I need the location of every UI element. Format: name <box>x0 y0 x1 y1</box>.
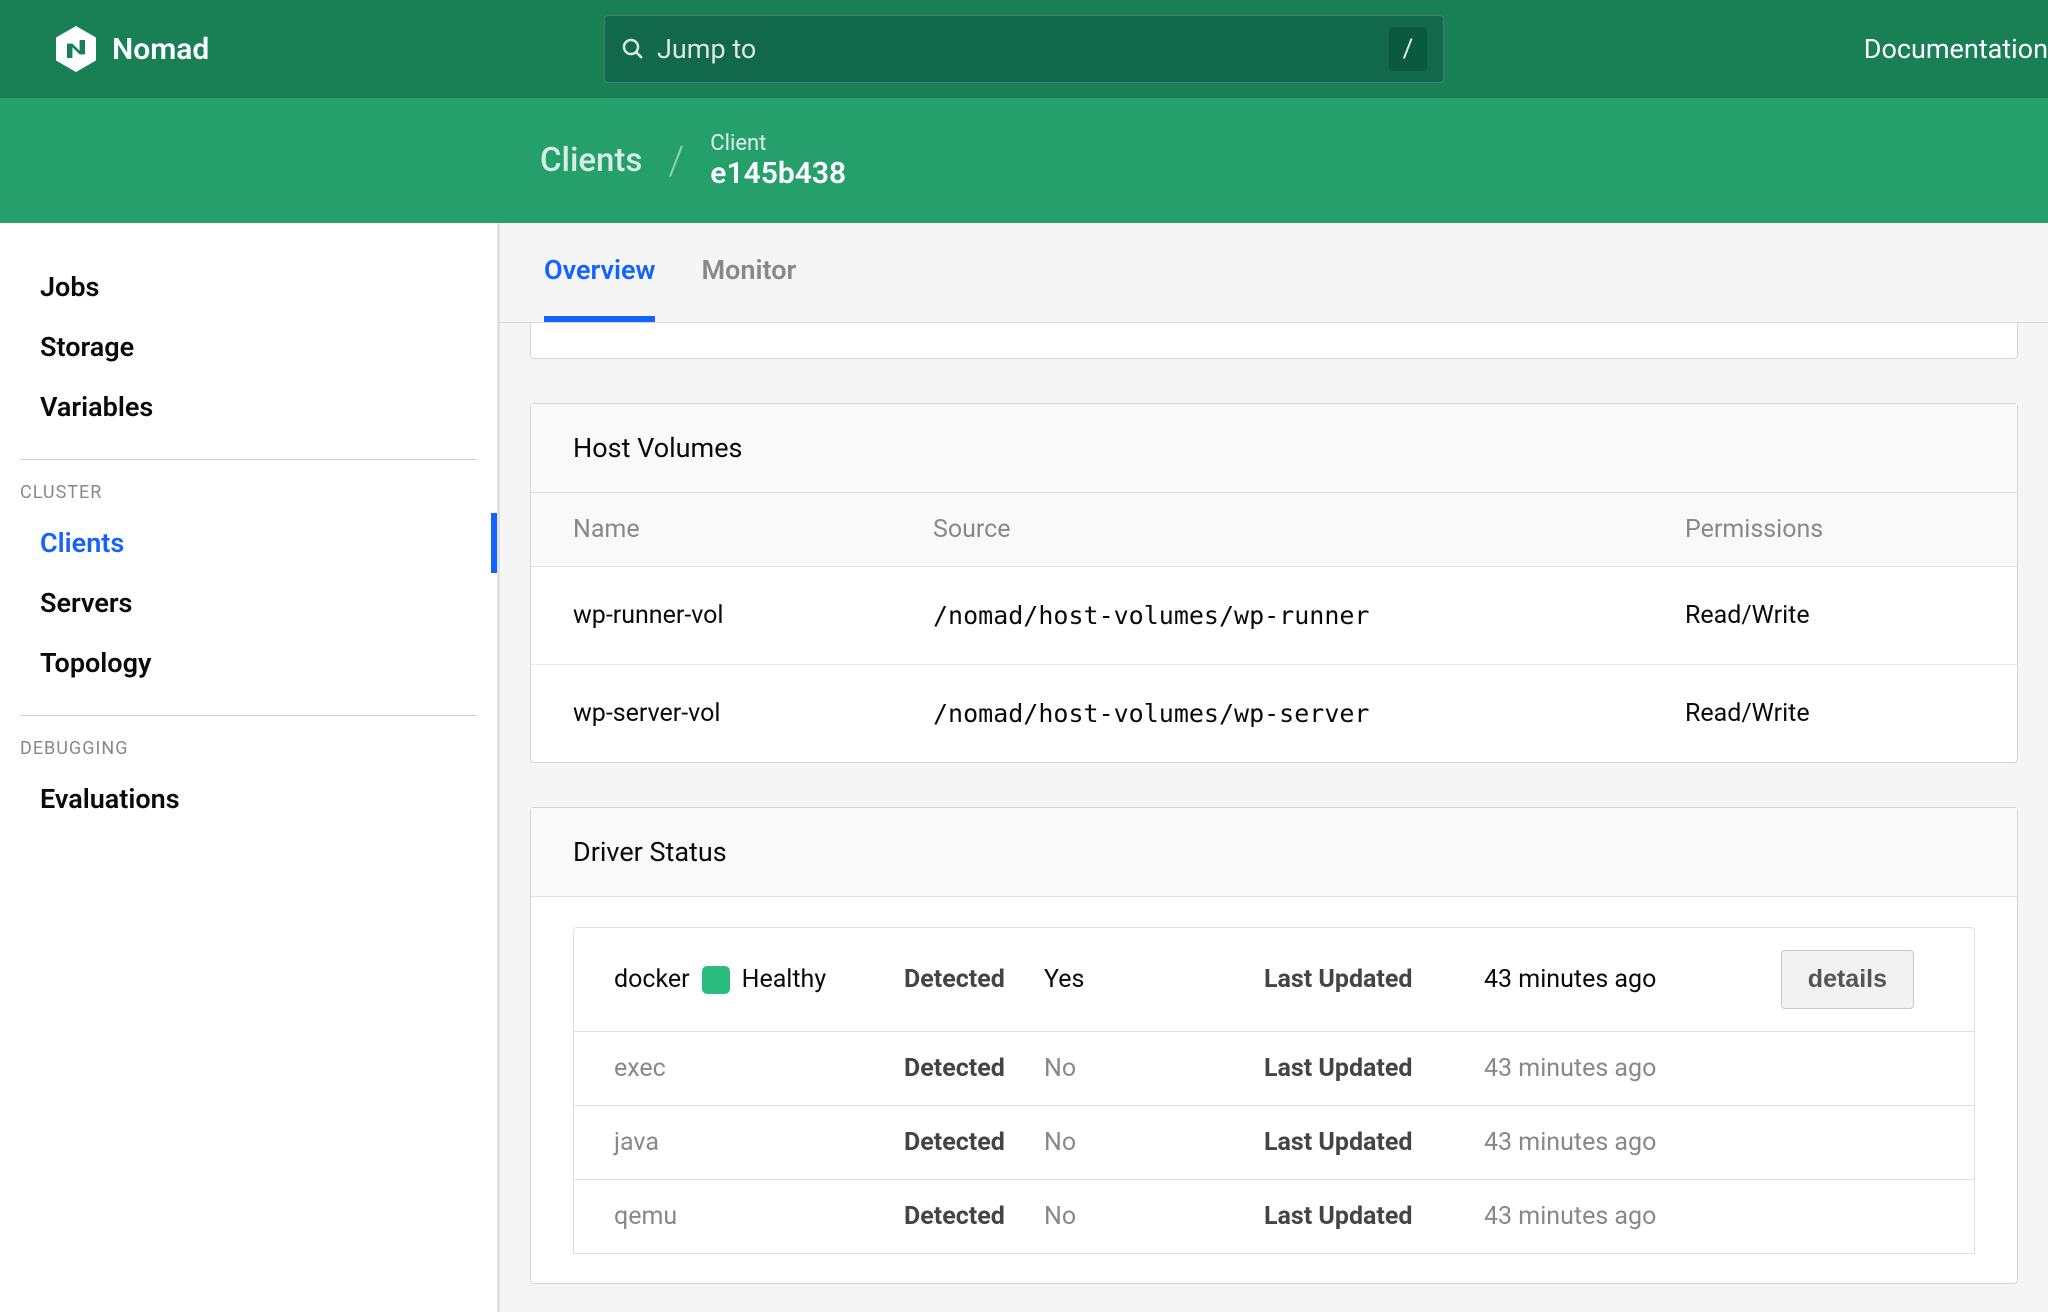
detected-value: No <box>1044 1202 1264 1231</box>
updated-label: Last Updated <box>1264 1202 1484 1231</box>
breadcrumb-child-label: Client <box>710 131 846 156</box>
search-icon <box>621 37 645 61</box>
health-indicator-icon <box>702 966 730 994</box>
driver-name: exec <box>614 1054 904 1083</box>
volume-permissions: Read/Write <box>1685 699 1975 728</box>
details-button[interactable]: details <box>1781 950 1914 1009</box>
sidebar-item-storage[interactable]: Storage <box>20 317 477 377</box>
main-content: Overview Monitor Host Volumes Name Sourc… <box>500 223 2048 1312</box>
col-permissions: Permissions <box>1685 515 1975 544</box>
sub-header: Clients / Client e145b438 <box>0 98 2048 223</box>
host-volumes-card: Host Volumes Name Source Permissions wp-… <box>530 403 2018 763</box>
driver-row: java Detected No Last Updated 43 minutes… <box>573 1105 1975 1180</box>
host-volumes-title: Host Volumes <box>531 404 2017 493</box>
nav-documentation[interactable]: Documentation <box>1864 33 2048 65</box>
sidebar-item-variables[interactable]: Variables <box>20 377 477 437</box>
table-row: wp-server-vol /nomad/host-volumes/wp-ser… <box>531 665 2017 762</box>
tab-bar: Overview Monitor <box>500 223 2048 323</box>
volume-permissions: Read/Write <box>1685 601 1975 630</box>
driver-status-title: Driver Status <box>531 808 2017 897</box>
driver-name: java <box>614 1128 904 1157</box>
updated-label: Last Updated <box>1264 965 1484 994</box>
sidebar-group-cluster-label: CLUSTER <box>20 482 477 513</box>
tab-monitor[interactable]: Monitor <box>701 223 796 322</box>
detected-value: No <box>1044 1128 1264 1157</box>
breadcrumb-separator: / <box>668 137 684 184</box>
breadcrumb-child-value: e145b438 <box>710 156 846 191</box>
volume-name: wp-runner-vol <box>573 601 933 630</box>
detected-value: Yes <box>1044 965 1264 994</box>
col-source: Source <box>933 515 1685 544</box>
health-text: Healthy <box>742 965 827 994</box>
detected-value: No <box>1044 1054 1264 1083</box>
detected-label: Detected <box>904 1054 1044 1083</box>
driver-row: qemu Detected No Last Updated 43 minutes… <box>573 1179 1975 1254</box>
driver-name: docker <box>614 965 690 994</box>
updated-label: Last Updated <box>1264 1128 1484 1157</box>
sidebar-group-debugging-label: DEBUGGING <box>20 738 477 769</box>
brand-logo[interactable]: Nomad <box>56 26 209 72</box>
detected-label: Detected <box>904 1202 1044 1231</box>
updated-value: 43 minutes ago <box>1484 965 1744 994</box>
col-name: Name <box>573 515 933 544</box>
volume-source: /nomad/host-volumes/wp-runner <box>933 601 1685 630</box>
driver-row: exec Detected No Last Updated 43 minutes… <box>573 1031 1975 1106</box>
sidebar-item-topology[interactable]: Topology <box>20 633 477 693</box>
driver-name: qemu <box>614 1202 904 1231</box>
brand-text: Nomad <box>112 32 209 67</box>
host-volumes-table-head: Name Source Permissions <box>531 493 2017 567</box>
search-placeholder: Jump to <box>657 33 756 65</box>
detected-label: Detected <box>904 965 1044 994</box>
sidebar-item-clients[interactable]: Clients <box>20 513 477 573</box>
updated-value: 43 minutes ago <box>1484 1054 1744 1083</box>
sidebar-item-evaluations[interactable]: Evaluations <box>20 769 477 829</box>
global-search[interactable]: Jump to / <box>604 15 1444 83</box>
volume-source: /nomad/host-volumes/wp-server <box>933 699 1685 728</box>
sidebar-item-servers[interactable]: Servers <box>20 573 477 633</box>
nomad-icon <box>56 26 96 72</box>
updated-value: 43 minutes ago <box>1484 1202 1744 1231</box>
updated-value: 43 minutes ago <box>1484 1128 1744 1157</box>
breadcrumb-parent[interactable]: Clients <box>540 141 642 180</box>
top-bar: Nomad Jump to / Documentation <box>0 0 2048 98</box>
sidebar-item-jobs[interactable]: Jobs <box>20 257 477 317</box>
volume-name: wp-server-vol <box>573 699 933 728</box>
driver-row: docker Healthy Detected Yes Last Updated… <box>573 927 1975 1032</box>
breadcrumb: Clients / Client e145b438 <box>540 131 846 191</box>
tab-overview[interactable]: Overview <box>544 223 655 322</box>
previous-card-fragment <box>530 323 2018 359</box>
sidebar: Jobs Storage Variables CLUSTER Clients S… <box>0 223 500 1312</box>
search-shortcut-key: / <box>1389 27 1427 71</box>
table-row: wp-runner-vol /nomad/host-volumes/wp-run… <box>531 567 2017 665</box>
detected-label: Detected <box>904 1128 1044 1157</box>
updated-label: Last Updated <box>1264 1054 1484 1083</box>
driver-status-card: Driver Status docker Healthy Detected Ye… <box>530 807 2018 1284</box>
